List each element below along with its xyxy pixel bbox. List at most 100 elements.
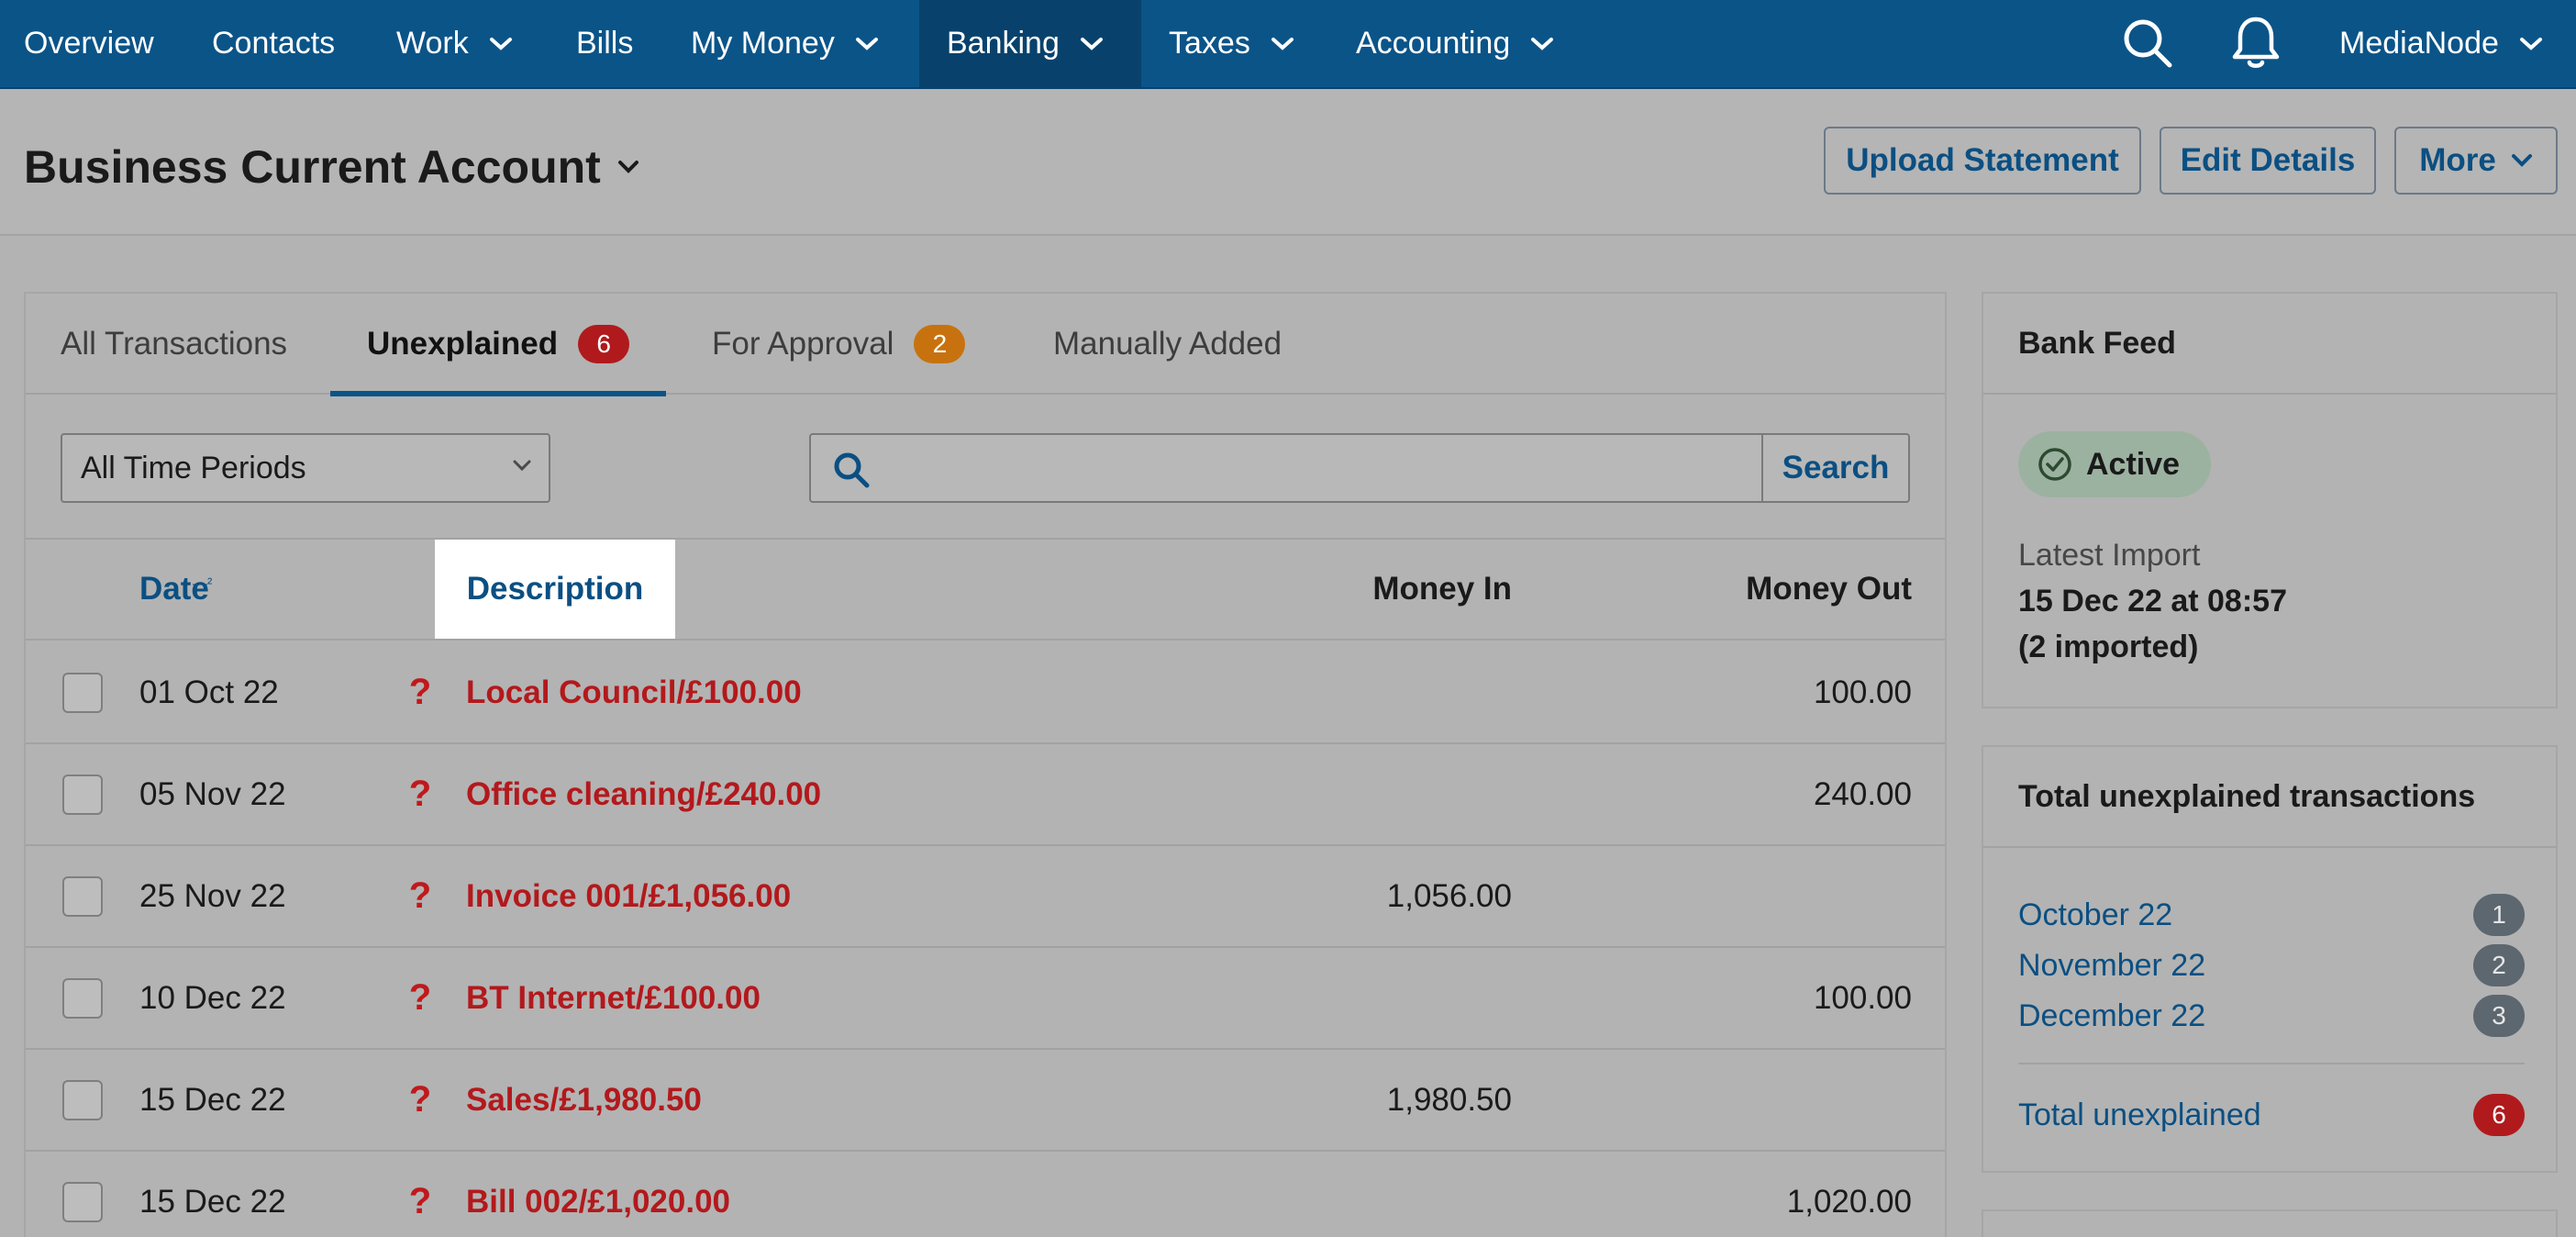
table-row[interactable]: 25 Nov 22? Invoice 001/£1,056.00 1,056.00 (26, 846, 1945, 948)
button-label: Edit Details (2180, 142, 2356, 178)
row-description-link[interactable]: Local Council/£100.00 (466, 642, 802, 742)
nav-label: Taxes (1169, 26, 1250, 61)
check-circle-icon (2037, 446, 2073, 483)
status-badge: Active (2018, 431, 2211, 497)
search-input[interactable] (884, 439, 1756, 497)
month-link-november[interactable]: November 22 2 (2018, 942, 2525, 988)
row-checkbox[interactable] (62, 775, 103, 815)
tab-manually-added[interactable]: Manually Added (1053, 294, 1282, 395)
bank-feed-card: Bank Feed Active Latest Import 15 Dec 22… (1982, 292, 2558, 708)
nav-contacts[interactable]: Contacts (212, 0, 335, 87)
tab-label: All Transactions (61, 326, 288, 362)
unexplained-flag-icon: ? (408, 672, 432, 712)
unexplained-flag-icon: ? (408, 774, 432, 814)
month-label: November 22 (2018, 947, 2206, 983)
nav-label: My Money (691, 26, 835, 61)
chevron-down-icon (512, 459, 532, 472)
row-checkbox[interactable] (62, 1080, 103, 1120)
account-name: MediaNode (2339, 26, 2499, 61)
row-date: 15 Dec 22 (139, 1081, 286, 1118)
month-label: October 22 (2018, 897, 2173, 932)
edit-details-button[interactable]: Edit Details (2160, 127, 2376, 195)
tab-for-approval[interactable]: For Approval 2 (712, 294, 966, 395)
nav-label: Banking (947, 26, 1060, 61)
total-unexplained-link[interactable]: Total unexplained 6 (2018, 1092, 2525, 1138)
tab-unexplained[interactable]: Unexplained 6 (330, 294, 667, 396)
column-label: Money In (1372, 571, 1512, 607)
account-selector[interactable]: Business Current Account (24, 140, 639, 194)
card-title: Bank Feed (1983, 294, 2556, 395)
row-description-link[interactable]: Sales/£1,980.50 (466, 1050, 702, 1150)
column-date[interactable]: Date —² (139, 540, 213, 639)
row-description-link[interactable]: Office cleaning/£240.00 (466, 744, 821, 844)
row-checkbox[interactable] (62, 1182, 103, 1222)
page-header: Business Current Account Upload Statemen… (0, 89, 2576, 236)
search-icon (831, 450, 872, 490)
nav-label: Overview (24, 26, 154, 61)
nav-overview[interactable]: Overview (24, 0, 154, 87)
sort-icon: —² (193, 576, 213, 592)
bell-icon[interactable] (2224, 11, 2288, 75)
button-label: More (2419, 142, 2496, 178)
account-menu[interactable]: MediaNode (2339, 0, 2543, 87)
row-description-link[interactable]: Invoice 001/£1,056.00 (466, 846, 791, 946)
row-money-out: 1,020.00 (1786, 1183, 1912, 1220)
column-description[interactable]: Description (435, 540, 675, 639)
unexplained-count-badge: 6 (578, 325, 630, 363)
row-money-out: 240.00 (1813, 775, 1912, 812)
tab-label: Unexplained (367, 326, 559, 362)
chevron-down-icon (2511, 153, 2533, 168)
more-button[interactable]: More (2394, 127, 2558, 195)
month-label: December 22 (2018, 997, 2206, 1033)
month-link-october[interactable]: October 22 1 (2018, 892, 2525, 938)
row-date: 05 Nov 22 (139, 775, 286, 812)
month-link-december[interactable]: December 22 3 (2018, 993, 2525, 1039)
row-date: 10 Dec 22 (139, 979, 286, 1016)
row-money-out: 100.00 (1813, 674, 1912, 710)
nav-work[interactable]: Work (396, 0, 513, 87)
latest-import-label: Latest Import (2018, 538, 2201, 573)
row-date: 25 Nov 22 (139, 877, 286, 914)
count-badge: 1 (2473, 894, 2525, 936)
tab-label: Manually Added (1053, 326, 1282, 362)
top-nav: Overview Contacts Work Bills My Money Ba… (0, 0, 2576, 89)
column-label: Description (466, 571, 644, 607)
table-row[interactable]: 15 Dec 22? Sales/£1,980.50 1,980.50 (26, 1050, 1945, 1152)
tab-all-transactions[interactable]: All Transactions (61, 294, 287, 395)
chevron-down-icon (617, 160, 639, 174)
chevron-down-icon (855, 37, 879, 51)
table-row[interactable]: 05 Nov 22? Office cleaning/£240.00 240.00 (26, 744, 1945, 846)
nav-banking[interactable]: Banking (919, 0, 1141, 89)
row-checkbox[interactable] (62, 978, 103, 1019)
search-icon[interactable] (2115, 11, 2180, 75)
nav-taxes[interactable]: Taxes (1169, 0, 1294, 87)
row-date: 01 Oct 22 (139, 674, 279, 710)
chevron-down-icon (2519, 37, 2543, 51)
next-card (1982, 1209, 2558, 1237)
count-badge: 2 (2473, 944, 2525, 986)
row-checkbox[interactable] (62, 673, 103, 713)
table-row[interactable]: 01 Oct 22? Local Council/£100.00 100.00 (26, 642, 1945, 744)
nav-my-money[interactable]: My Money (691, 0, 879, 87)
row-checkbox[interactable] (62, 876, 103, 917)
chevron-down-icon (1271, 37, 1294, 51)
transaction-tabs: All Transactions Unexplained 6 For Appro… (26, 294, 1945, 396)
search-button[interactable]: Search (1761, 435, 1908, 501)
row-description-link[interactable]: Bill 002/£1,020.00 (466, 1152, 730, 1237)
count-badge: 3 (2473, 995, 2525, 1037)
nav-bills[interactable]: Bills (576, 0, 633, 87)
nav-accounting[interactable]: Accounting (1356, 0, 1554, 87)
row-description-link[interactable]: BT Internet/£100.00 (466, 948, 761, 1048)
nav-label: Work (396, 26, 469, 61)
latest-import-value: 15 Dec 22 at 08:57 (2018, 584, 2287, 618)
column-label: Money Out (1746, 571, 1912, 607)
unexplained-flag-icon: ? (408, 875, 432, 916)
unexplained-summary-card: Total unexplained transactions October 2… (1982, 745, 2558, 1173)
table-header: Date —² Description Money In Money Out (26, 540, 1945, 641)
table-row[interactable]: 15 Dec 22? Bill 002/£1,020.00 1,020.00 (26, 1152, 1945, 1237)
upload-statement-button[interactable]: Upload Statement (1824, 127, 2141, 195)
transactions-panel: All Transactions Unexplained 6 For Appro… (24, 292, 1947, 1237)
chevron-down-icon (1530, 37, 1554, 51)
time-period-select[interactable]: All Time Periods (61, 433, 550, 503)
table-row[interactable]: 10 Dec 22? BT Internet/£100.00 100.00 (26, 948, 1945, 1050)
